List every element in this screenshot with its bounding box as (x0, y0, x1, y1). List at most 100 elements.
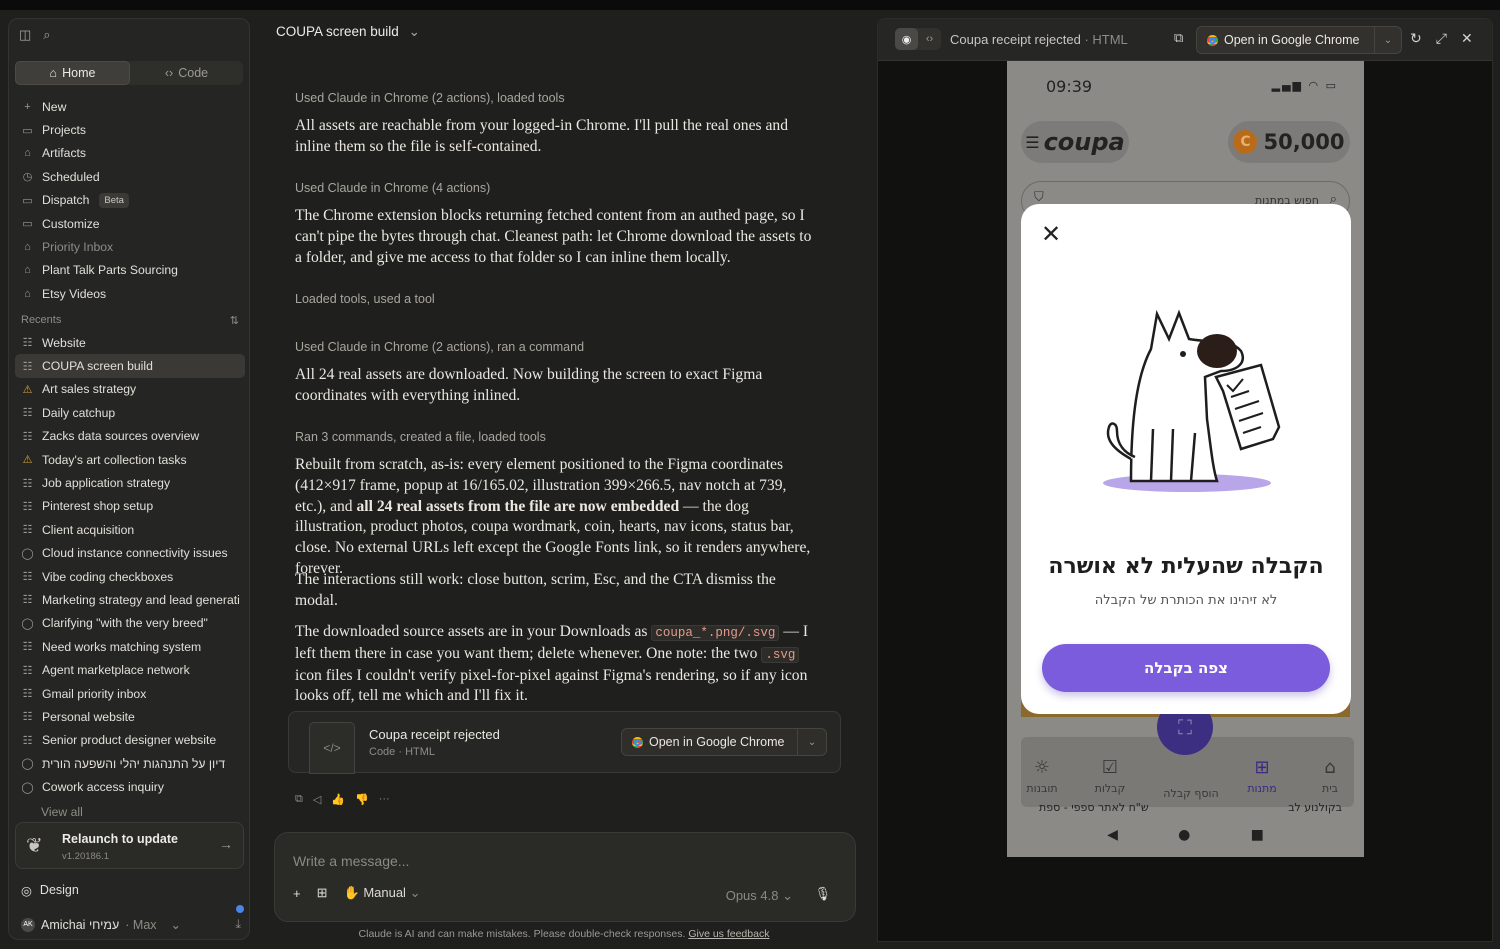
chevron-down-icon: ⌄ (409, 885, 421, 900)
filter-icon[interactable]: ⛉ (1034, 190, 1044, 205)
feedback-link[interactable]: Give us feedback (688, 928, 769, 940)
recents-icon[interactable]: ■ (1251, 827, 1264, 843)
recent-item[interactable]: ☷ Personal website (15, 705, 245, 728)
recent-item[interactable]: ☷ Job application strategy (15, 471, 245, 494)
recent-item[interactable]: ⚠ Art sales strategy (15, 378, 245, 401)
update-title: Relaunch to update (62, 832, 178, 846)
chevron-down-icon[interactable]: ⌄ (1375, 35, 1401, 46)
tool-summary[interactable]: Loaded tools, used a tool (295, 292, 435, 306)
update-card[interactable]: ❦ Relaunch to update v1.20186.1 → (15, 822, 244, 869)
nav-home[interactable]: ⌂ בית (1303, 757, 1357, 795)
menu-icon[interactable]: ☰ (1025, 133, 1039, 152)
open-in-chrome-button[interactable]: Open in Google Chrome ⌄ (1196, 26, 1402, 54)
search-icon[interactable]: ⌕ (43, 27, 50, 43)
design-item[interactable]: ◎ Design (21, 883, 79, 898)
chevron-down-icon[interactable]: ⌄ (798, 737, 826, 748)
conversation-title[interactable]: COUPA screen build ⌄ (276, 24, 420, 40)
tab-code[interactable]: ‹› Code (130, 61, 243, 85)
expand-icon[interactable]: ⤢ (1436, 30, 1447, 47)
item-label: Plant Talk Parts Sourcing (42, 263, 178, 278)
customize-icon: ▭ (22, 218, 33, 231)
home-icon: ⌂ (1324, 757, 1336, 778)
plus-icon[interactable]: + (293, 886, 301, 901)
recent-item[interactable]: ◯ Cowork access inquiry (15, 775, 245, 798)
open-in-chrome-button[interactable]: Open in Google Chrome ⌄ (621, 728, 827, 756)
sidebar-toggle-icon[interactable]: ◫ (19, 27, 31, 43)
recent-item[interactable]: ◯ דיון על התנהגות יהלי והשפעה הורית (15, 752, 245, 775)
thumbs-up-icon[interactable]: 👍 (331, 793, 345, 806)
copy-icon[interactable]: ⧉ (1174, 30, 1183, 46)
recent-item[interactable]: ☷ COUPA screen build (15, 354, 245, 378)
speaker-icon[interactable]: ◁ (313, 793, 321, 806)
view-all-link[interactable]: View all (41, 800, 83, 823)
download-icon[interactable]: ⤓ (235, 917, 241, 932)
recent-item[interactable]: ☷ Zacks data sources overview (15, 425, 245, 448)
item-label: Client acquisition (42, 522, 135, 537)
nav-insights[interactable]: ☼ תובנות (1015, 757, 1069, 795)
tab-home[interactable]: ⌂ Home (15, 61, 130, 85)
mode-selector[interactable]: ✋ Manual ⌄ (344, 885, 421, 901)
recent-item[interactable]: ☷ Website (15, 331, 245, 354)
recent-item[interactable]: ☷ Agent marketplace network (15, 658, 245, 681)
artifact-card[interactable]: </> Coupa receipt rejected Code · HTML O… (288, 711, 841, 774)
close-icon[interactable]: ✕ (1461, 30, 1473, 47)
status-icons: ▂▄▆ ◠ ▭ (1271, 79, 1338, 92)
recent-item[interactable]: ☷ Pinterest shop setup (15, 495, 245, 518)
recent-item[interactable]: ◯ Clarifying "with the very breed" (15, 612, 245, 635)
recent-item[interactable]: ☷ Need works matching system (15, 635, 245, 658)
recent-item[interactable]: ☷ Client acquisition (15, 518, 245, 541)
recent-item[interactable]: ☷ Daily catchup (15, 401, 245, 424)
sidebar-item-scheduled[interactable]: ◷ Scheduled (15, 165, 245, 188)
sidebar-item-plant-talk-parts-sourcing[interactable]: ⌂ Plant Talk Parts Sourcing (15, 259, 245, 282)
tool-summary[interactable]: Used Claude in Chrome (2 actions), ran a… (295, 340, 584, 354)
message-input[interactable]: Write a message... (293, 853, 409, 869)
recent-item[interactable]: ⚠ Today's art collection tasks (15, 448, 245, 471)
item-label: Agent marketplace network (42, 663, 190, 678)
sidebar-item-artifacts[interactable]: ⌂ Artifacts (15, 142, 245, 165)
user-menu[interactable]: AK Amichai עמיחי · Max ⌄ ⤓ (21, 905, 244, 932)
rejection-modal: ✕ הקבלה שהעלית לא אושרה לא זיהינו את הכו… (1021, 204, 1351, 714)
recent-item[interactable]: ☷ Senior product designer website (15, 729, 245, 752)
filter-icon[interactable]: ⇅ (230, 314, 239, 327)
tool-summary[interactable]: Used Claude in Chrome (2 actions), loade… (295, 91, 565, 105)
close-icon[interactable]: ✕ (1041, 220, 1061, 248)
recent-item[interactable]: ☷ Gmail priority inbox (15, 682, 245, 705)
recent-item[interactable]: ◯ Cloud instance connectivity issues (15, 542, 245, 565)
nav-gifts[interactable]: ⊞ מתנות (1235, 757, 1289, 795)
task-icon: ☷ (22, 500, 33, 513)
view-receipt-button[interactable]: צפה בקבלה (1042, 644, 1330, 692)
recent-item[interactable]: ☷ Marketing strategy and lead generati (15, 588, 245, 611)
refresh-icon[interactable]: ↻ (1410, 30, 1422, 47)
folder-icon[interactable]: ⊞ (317, 885, 328, 901)
project-icon: ⌂ (24, 287, 31, 300)
item-label: Vibe coding checkboxes (42, 569, 174, 584)
back-icon[interactable]: ◀ (1107, 827, 1118, 843)
chrome-icon (632, 736, 643, 748)
microphone-icon[interactable]: 🎙 (814, 886, 831, 902)
tool-summary[interactable]: Ran 3 commands, created a file, loaded t… (295, 430, 546, 444)
nav-receipts[interactable]: ☑ קבלות (1083, 757, 1137, 795)
copy-icon[interactable]: ⧉ (295, 793, 303, 806)
sidebar-item-priority-inbox[interactable]: ⌂ Priority Inbox (15, 235, 245, 258)
model-selector[interactable]: Opus 4.8 ⌄ (726, 888, 793, 904)
home-circle-icon[interactable]: ● (1178, 827, 1190, 843)
sidebar-item-dispatch[interactable]: ▭ Dispatch Beta (15, 189, 245, 212)
message-paragraph: The Chrome extension blocks returning fe… (295, 207, 812, 266)
nav-add-receipt[interactable]: הוסף קבלה (1155, 787, 1227, 800)
tool-summary[interactable]: Used Claude in Chrome (4 actions) (295, 181, 490, 195)
gift-icon: ⊞ (1254, 757, 1270, 778)
sidebar: ◫ ⌕ ⌂ Home ‹› Code + New ▭ Projects ⌂ Artifacts… (8, 18, 250, 940)
sidebar-item-customize[interactable]: ▭ Customize (15, 212, 245, 235)
code-icon[interactable]: ‹› (918, 28, 941, 50)
more-icon[interactable]: ··· (379, 793, 390, 806)
eye-icon[interactable]: ◉ (895, 28, 918, 50)
recent-item[interactable]: ☷ Vibe coding checkboxes (15, 565, 245, 588)
item-label: Clarifying "with the very breed" (42, 616, 208, 631)
item-label: Senior product designer website (42, 733, 217, 748)
sidebar-item-etsy-videos[interactable]: ⌂ Etsy Videos (15, 282, 245, 305)
sidebar-item-new[interactable]: + New (15, 95, 245, 118)
thumbs-down-icon[interactable]: 👎 (355, 793, 369, 806)
sidebar-item-projects[interactable]: ▭ Projects (15, 118, 245, 141)
message-actions: ⧉ ◁ 👍 👎 ··· (295, 793, 390, 806)
leaf-icon: ❦ (26, 835, 43, 857)
